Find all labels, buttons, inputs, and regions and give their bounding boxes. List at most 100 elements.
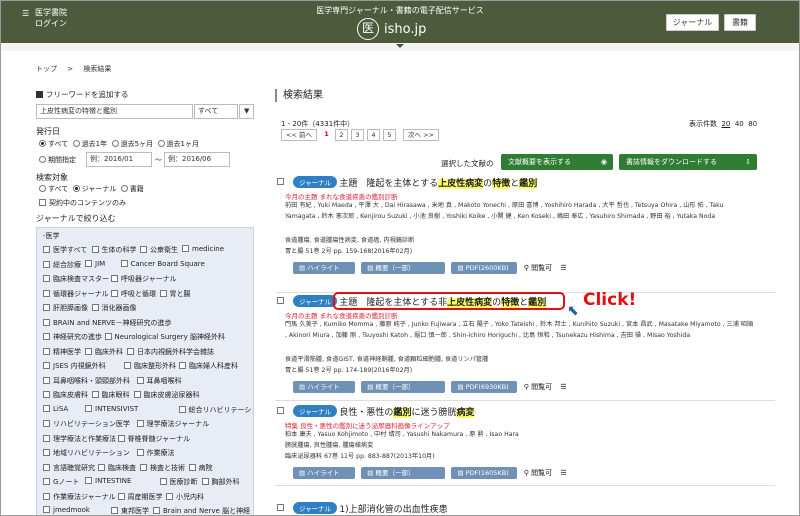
journal-filter-item[interactable]: 医学すべて	[43, 245, 87, 255]
journal-filter-item[interactable]: 臨床眼科	[91, 390, 130, 400]
pager-prev[interactable]: << 前へ	[281, 129, 317, 141]
journal-filter-item[interactable]: リハビリテーション医学	[43, 419, 130, 429]
journal-filter-item[interactable]: JSES 内視鏡外科	[43, 361, 106, 371]
pager-page-2[interactable]: 2	[335, 129, 348, 141]
contract-only-checkbox[interactable]: 契約中のコンテンツのみ	[39, 198, 126, 208]
date-from-input[interactable]: 例：2016/01	[86, 152, 152, 167]
journal-filter-item[interactable]: jmedmook	[43, 506, 90, 514]
books-button[interactable]: 書籍	[724, 14, 756, 31]
target-radio-all[interactable]: すべて	[39, 185, 68, 193]
pdf-button[interactable]: ▤ PDF(6930KB)	[451, 381, 518, 393]
result-title[interactable]: ジャーナル 1)上部消化管の出血性疾患	[293, 502, 448, 515]
journal-filter-item[interactable]: 理学療法と作業療法	[43, 434, 116, 444]
journal-filter-item[interactable]: 地域リハビリテーション	[43, 448, 130, 458]
layers-icon[interactable]: ☰	[560, 264, 566, 272]
result-title[interactable]: ジャーナル 良性・悪性の鑑別に迷う膀胱病変	[293, 405, 475, 418]
target-radio-books[interactable]: 書籍	[120, 185, 144, 193]
chevron-down-icon[interactable]: ▼	[239, 104, 254, 119]
journal-filter-item[interactable]: JIM	[85, 259, 105, 268]
journal-filter-item[interactable]: 耳鼻咽喉科	[136, 376, 182, 386]
per-page-80[interactable]: 80	[748, 120, 757, 128]
journal-filter-item[interactable]: Neurological Surgery 脳神経外科	[104, 332, 225, 342]
journal-filter-item[interactable]: 作業療法	[136, 448, 175, 458]
journal-filter-item[interactable]: INTENSIVIST	[85, 404, 138, 413]
highlight-button[interactable]: ▤ ハイライト	[293, 381, 355, 393]
journal-filter-item[interactable]: 臨床整形外科	[124, 361, 176, 371]
journal-button[interactable]: ジャーナル	[666, 14, 719, 31]
download-button[interactable]: 書誌情報をダウンロードする ⇩	[619, 154, 757, 170]
site-logo[interactable]: 医 isho.jp	[357, 18, 443, 40]
journal-filter-item[interactable]: 精神医学	[43, 347, 81, 357]
pub-radio-period[interactable]: 期間指定	[39, 155, 76, 165]
pager-page-5[interactable]: 5	[383, 129, 396, 141]
per-page-40[interactable]: 40	[735, 120, 744, 128]
journal-filter-item[interactable]: 総合リハビリテーション	[178, 405, 253, 415]
result-checkbox[interactable]	[277, 504, 287, 512]
journal-filter-item[interactable]: 公衆衛生	[140, 245, 178, 255]
journal-filter-item[interactable]: 循環器ジャーナル	[43, 289, 109, 299]
journal-filter-item[interactable]: medicine	[182, 245, 224, 253]
journal-filter-item[interactable]: 臨床婦人科産科	[179, 361, 238, 371]
journal-filter-item[interactable]: INTESTINE	[85, 477, 131, 485]
journal-filter-item[interactable]: 呼吸器ジャーナル	[111, 274, 177, 284]
journal-filter-item[interactable]: 消化器画像	[91, 303, 137, 313]
group-medicine[interactable]: -医学	[43, 231, 60, 241]
highlight-button[interactable]: ▤ ハイライト	[293, 467, 355, 479]
search-input[interactable]: 上皮性病変の特徴と鑑別	[36, 104, 193, 119]
journal-filter-item[interactable]: 日本内視鏡外科学会雑誌	[127, 347, 214, 357]
journal-filter-item[interactable]: 胸部外科	[201, 477, 240, 487]
journal-filter-item[interactable]: 言語聴覚研究	[43, 463, 95, 473]
journal-filter-item[interactable]: 医療診断	[159, 477, 198, 487]
search-scope-select[interactable]: すべて	[194, 104, 238, 119]
journal-filter-item[interactable]: 検査と技術	[140, 463, 185, 473]
pager-page-3[interactable]: 3	[351, 129, 364, 141]
abstract-button[interactable]: ▤ 概要（一部）	[361, 381, 446, 393]
journal-filter-item[interactable]: Gノート	[43, 477, 79, 487]
journal-filter-item[interactable]: 小児内科	[166, 492, 204, 502]
journal-filter-item[interactable]: 作業療法ジャーナル	[43, 492, 116, 502]
pdf-button[interactable]: ▤ PDF(1605KB)	[451, 467, 518, 479]
journal-filter-item[interactable]: 病院	[188, 463, 213, 473]
journal-filter-item[interactable]: 臨床外科	[85, 347, 123, 357]
journal-filter-item[interactable]: 肝胆膵画像	[43, 303, 88, 313]
per-page-20[interactable]: 20	[721, 120, 730, 128]
highlight-button[interactable]: ▤ ハイライト	[293, 262, 355, 274]
journal-filter-item[interactable]: 総合診療	[43, 260, 81, 270]
journal-filter-item[interactable]: BRAIN and NERVE－神経研究の進歩	[43, 318, 171, 328]
journal-filter-item[interactable]: LiSA	[43, 404, 68, 413]
breadcrumb-top[interactable]: トップ	[36, 65, 57, 73]
login-link[interactable]: ログイン	[35, 18, 67, 29]
pub-radio-1y[interactable]: 過去1年	[72, 140, 107, 148]
layers-icon[interactable]: ☰	[560, 383, 566, 391]
journal-filter-item[interactable]: 臨床検査	[98, 463, 136, 473]
date-to-input[interactable]: 例：2016/06	[164, 152, 230, 167]
pager-page-4[interactable]: 4	[367, 129, 380, 141]
target-radio-journal[interactable]: ジャーナル	[72, 185, 116, 193]
journal-filter-item[interactable]: 周産期医学	[117, 492, 163, 502]
journal-filter-item[interactable]: 脊椎脊髄ジャーナル	[117, 434, 190, 444]
pdf-button[interactable]: ▤ PDF(2600KB)	[451, 262, 518, 274]
pub-radio-all[interactable]: すべて	[39, 140, 68, 148]
journal-filter-item[interactable]: 東邦医学	[111, 506, 149, 515]
journal-filter-item[interactable]: Cancer Board Square	[120, 259, 205, 268]
journal-filter-item[interactable]: 呼吸と循環	[111, 289, 156, 299]
journal-filter-item[interactable]: 臨床皮膚科	[43, 390, 88, 400]
pub-radio-5m[interactable]: 過去5ヶ月	[111, 140, 153, 148]
pager-next[interactable]: 次へ >>	[403, 129, 439, 141]
show-abstract-button[interactable]: 文献概要を表示する ◉	[501, 154, 613, 170]
result-checkbox[interactable]	[277, 297, 287, 305]
result-title[interactable]: ジャーナル 主題 隆起を主体とする上皮性病変の特徴と鑑別	[293, 176, 538, 189]
abstract-button[interactable]: ▤ 概要（一部）	[361, 467, 446, 479]
journal-filter-item[interactable]: Brain and Nerve 脳と神経	[153, 506, 250, 515]
abstract-button[interactable]: ▤ 概要（一部）	[361, 262, 446, 274]
result-checkbox[interactable]	[277, 178, 287, 186]
journal-filter-item[interactable]: 理学療法ジャーナル	[136, 419, 209, 429]
journal-filter-item[interactable]: 臨床皮膚泌尿器科	[133, 390, 200, 400]
journal-filter-item[interactable]: 耳鼻咽喉科・頭頸部外科	[43, 376, 130, 386]
journal-filter-item[interactable]: 臨床検査マスター	[43, 274, 109, 284]
pub-radio-1m[interactable]: 過去1ヶ月	[157, 140, 199, 148]
journal-filter-item[interactable]: 胃と腸	[159, 289, 191, 299]
journal-filter-item[interactable]: 生体の科学	[91, 245, 137, 255]
add-free-word[interactable]: フリーワードを追加する	[36, 89, 129, 100]
layers-icon[interactable]: ☰	[560, 469, 566, 477]
